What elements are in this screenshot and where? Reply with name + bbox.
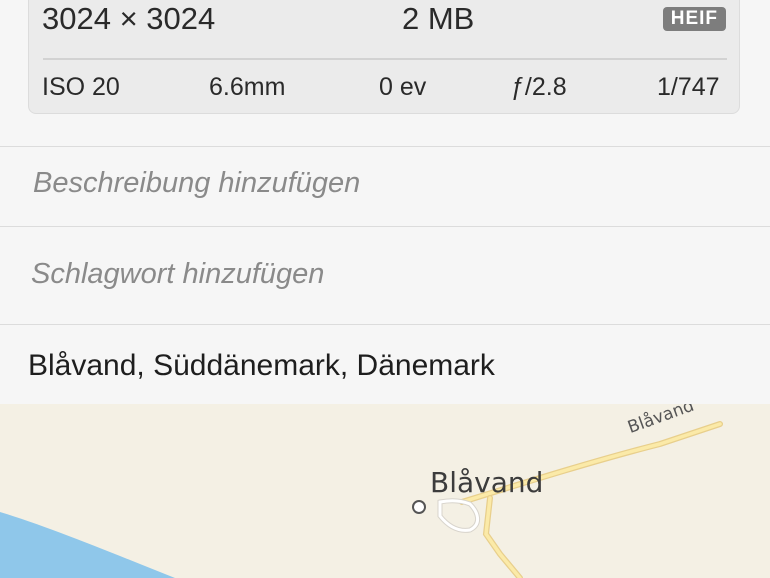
map-water	[0, 512, 175, 578]
description-placeholder: Beschreibung hinzufügen	[33, 167, 361, 199]
description-field[interactable]: Beschreibung hinzufügen	[0, 146, 770, 226]
location-row: Blåvand, Süddänemark, Dänemark	[0, 324, 770, 404]
focal-length-value: 6.6mm	[209, 73, 286, 101]
exif-info-card: 3024 × 3024 2 MB HEIF ISO 20 6.6mm 0 ev …	[28, 0, 740, 114]
format-badge: HEIF	[662, 7, 726, 31]
shutter-speed-value: 1/747	[657, 73, 720, 101]
map-road-south	[482, 495, 523, 578]
keyword-placeholder: Schlagwort hinzufügen	[31, 258, 325, 290]
map-town-label: Blåvand	[430, 466, 544, 499]
image-dimensions: 3024 × 3024	[42, 1, 216, 36]
iso-value: ISO 20	[42, 73, 120, 101]
keyword-field[interactable]: Schlagwort hinzufügen	[0, 226, 770, 324]
town-marker	[412, 500, 426, 514]
file-size: 2 MB	[402, 1, 475, 36]
location-text: Blåvand, Süddänemark, Dänemark	[28, 349, 495, 382]
exif-divider	[43, 58, 727, 60]
exposure-bias-value: 0 ev	[379, 73, 427, 101]
location-map[interactable]: Blåvand Blåvand	[0, 404, 770, 578]
aperture-value: ƒ/2.8	[511, 73, 567, 101]
exif-camera-settings: ISO 20 6.6mm 0 ev ƒ/2.8 1/747	[29, 73, 739, 103]
exif-summary: 3024 × 3024 2 MB HEIF	[29, 0, 739, 59]
map-canvas	[0, 421, 723, 578]
